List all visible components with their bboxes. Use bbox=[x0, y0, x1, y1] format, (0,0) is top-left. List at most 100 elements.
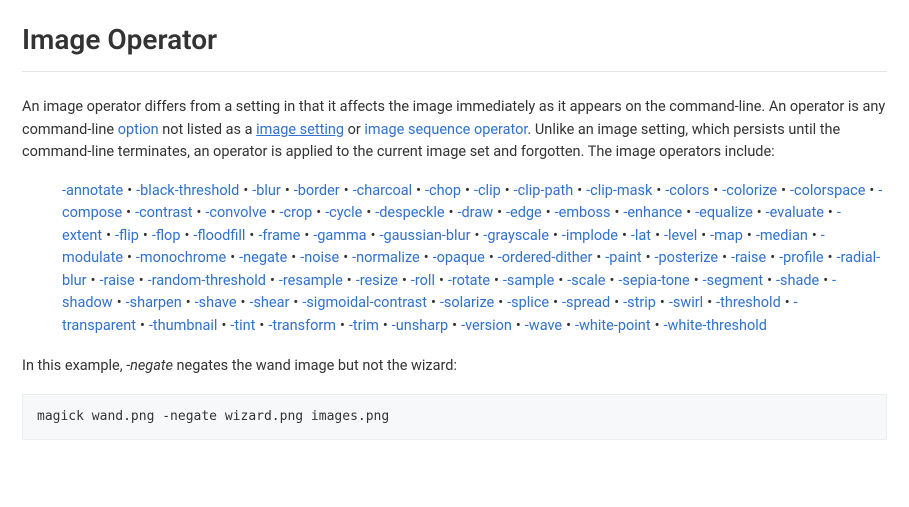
bullet-separator: • bbox=[642, 249, 655, 266]
bullet-separator: • bbox=[610, 294, 623, 311]
operator-link[interactable]: -colorspace bbox=[790, 182, 865, 199]
operator-link[interactable]: -ordered-dither bbox=[498, 249, 593, 266]
operator-link[interactable]: -noise bbox=[300, 249, 339, 266]
operator-link[interactable]: -profile bbox=[779, 249, 823, 266]
bullet-separator: • bbox=[549, 294, 562, 311]
operator-link[interactable]: -raise bbox=[731, 249, 766, 266]
operator-link[interactable]: -evaluate bbox=[766, 204, 824, 221]
operator-link[interactable]: -threshold bbox=[716, 294, 781, 311]
operator-link[interactable]: -opaque bbox=[433, 249, 485, 266]
operator-link[interactable]: -enhance bbox=[623, 204, 682, 221]
link-image-sequence-operator[interactable]: image sequence operator bbox=[364, 121, 527, 138]
operator-link[interactable]: -transform bbox=[268, 317, 336, 334]
bullet-separator: • bbox=[763, 272, 776, 289]
operator-link[interactable]: -rotate bbox=[448, 272, 490, 289]
operator-link[interactable]: -colors bbox=[665, 182, 709, 199]
bullet-separator: • bbox=[427, 294, 440, 311]
operator-link[interactable]: -version bbox=[461, 317, 512, 334]
operator-link[interactable]: -clip-mask bbox=[586, 182, 652, 199]
operator-link[interactable]: -splice bbox=[507, 294, 549, 311]
bullet-separator: • bbox=[819, 272, 832, 289]
operator-link[interactable]: -charcoal bbox=[353, 182, 413, 199]
operator-link[interactable]: -thumbnail bbox=[149, 317, 218, 334]
operator-link[interactable]: -wave bbox=[525, 317, 562, 334]
operator-link[interactable]: -strip bbox=[623, 294, 656, 311]
operator-link[interactable]: -map bbox=[710, 227, 743, 244]
operator-link[interactable]: -lat bbox=[631, 227, 651, 244]
bullet-separator: • bbox=[824, 249, 837, 266]
operator-link[interactable]: -shear bbox=[249, 294, 289, 311]
bullet-separator: • bbox=[135, 272, 148, 289]
operator-link[interactable]: -roll bbox=[411, 272, 435, 289]
operator-link[interactable]: -clip bbox=[474, 182, 501, 199]
intro-paragraph: An image operator differs from a setting… bbox=[22, 96, 887, 163]
operator-link[interactable]: -resize bbox=[356, 272, 398, 289]
operator-link[interactable]: -normalize bbox=[352, 249, 420, 266]
operator-link[interactable]: -trim bbox=[349, 317, 379, 334]
bullet-separator: • bbox=[339, 249, 352, 266]
operator-link[interactable]: -contrast bbox=[135, 204, 192, 221]
operator-link[interactable]: -negate bbox=[239, 249, 287, 266]
operator-link[interactable]: -swirl bbox=[669, 294, 703, 311]
operator-link[interactable]: -implode bbox=[562, 227, 618, 244]
operator-link[interactable]: -white-point bbox=[575, 317, 651, 334]
bullet-separator: • bbox=[781, 294, 794, 311]
operator-link[interactable]: -unsharp bbox=[392, 317, 448, 334]
operator-link[interactable]: -chop bbox=[425, 182, 461, 199]
operator-link[interactable]: -resample bbox=[279, 272, 343, 289]
operator-link[interactable]: -cycle bbox=[325, 204, 362, 221]
operator-link[interactable]: -random-threshold bbox=[148, 272, 266, 289]
link-option[interactable]: option bbox=[118, 121, 159, 138]
bullet-separator: • bbox=[697, 227, 710, 244]
example-text-2: negates the wand image but not the wizar… bbox=[173, 357, 457, 374]
operator-link[interactable]: -convolve bbox=[205, 204, 266, 221]
operator-link[interactable]: -sigmoidal-contrast bbox=[302, 294, 427, 311]
operator-link[interactable]: -grayscale bbox=[483, 227, 549, 244]
operator-link[interactable]: -segment bbox=[703, 272, 763, 289]
operator-link[interactable]: -sharpen bbox=[126, 294, 182, 311]
operator-link[interactable]: -sepia-tone bbox=[618, 272, 689, 289]
bullet-separator: • bbox=[652, 182, 665, 199]
operator-link[interactable]: -shade bbox=[776, 272, 819, 289]
operator-link[interactable]: -border bbox=[294, 182, 340, 199]
operator-link[interactable]: -floodfill bbox=[193, 227, 245, 244]
bullet-separator: • bbox=[777, 182, 790, 199]
operator-link[interactable]: -monochrome bbox=[136, 249, 226, 266]
operator-link[interactable]: -gaussian-blur bbox=[379, 227, 470, 244]
operator-link[interactable]: -paint bbox=[605, 249, 641, 266]
operator-link[interactable]: -clip-path bbox=[514, 182, 574, 199]
operator-link[interactable]: -spread bbox=[562, 294, 610, 311]
operator-link[interactable]: -annotate bbox=[62, 182, 123, 199]
operator-link[interactable]: -colorize bbox=[722, 182, 777, 199]
operator-link[interactable]: -equalize bbox=[695, 204, 753, 221]
operator-link[interactable]: -scale bbox=[567, 272, 605, 289]
bullet-separator: • bbox=[139, 227, 152, 244]
operator-link[interactable]: -edge bbox=[506, 204, 542, 221]
operator-link[interactable]: -black-threshold bbox=[136, 182, 239, 199]
operator-link[interactable]: -median bbox=[756, 227, 808, 244]
operator-link[interactable]: -shave bbox=[195, 294, 237, 311]
operator-link[interactable]: -flip bbox=[115, 227, 139, 244]
operator-link[interactable]: -solarize bbox=[440, 294, 494, 311]
bullet-separator: • bbox=[289, 294, 302, 311]
operator-link[interactable]: -white-threshold bbox=[663, 317, 767, 334]
operator-link[interactable]: -blur bbox=[252, 182, 281, 199]
operator-link[interactable]: -level bbox=[664, 227, 697, 244]
operator-link[interactable]: -draw bbox=[458, 204, 494, 221]
operator-link[interactable]: -crop bbox=[279, 204, 312, 221]
bullet-separator: • bbox=[542, 204, 555, 221]
operator-link[interactable]: -emboss bbox=[555, 204, 611, 221]
link-image-setting[interactable]: image setting bbox=[256, 121, 344, 138]
bullet-separator: • bbox=[180, 227, 193, 244]
operator-link[interactable]: -gamma bbox=[313, 227, 366, 244]
bullet-separator: • bbox=[562, 317, 575, 334]
operator-link[interactable]: -posterize bbox=[655, 249, 719, 266]
operator-link[interactable]: -flop bbox=[152, 227, 181, 244]
operator-link[interactable]: -despeckle bbox=[375, 204, 444, 221]
operator-link[interactable]: -tint bbox=[230, 317, 255, 334]
bullet-separator: • bbox=[703, 294, 716, 311]
operator-link[interactable]: -sample bbox=[503, 272, 554, 289]
operator-link[interactable]: -raise bbox=[99, 272, 134, 289]
bullet-separator: • bbox=[743, 227, 756, 244]
operator-link[interactable]: -frame bbox=[258, 227, 300, 244]
